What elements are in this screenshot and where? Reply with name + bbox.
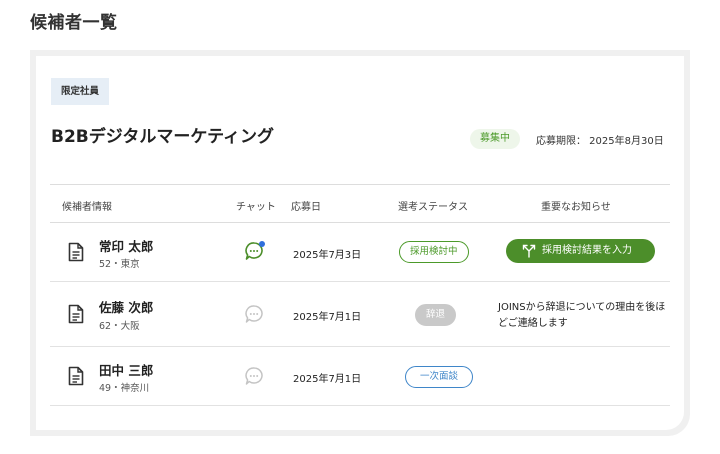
table-row[interactable]: 佐藤 次郎 62・大阪 2025年7月1日 辞退 JOINSから辞退についての理…	[50, 282, 670, 347]
table-header: 候補者情報 チャット 応募日 選考ステータス 重要なお知らせ	[50, 184, 670, 223]
table-row[interactable]: 田中 三郎 49・神奈川 2025年7月1日 一次面談	[50, 347, 670, 406]
branch-icon	[522, 244, 536, 258]
applied-date: 2025年7月3日	[293, 250, 362, 261]
applied-date: 2025年7月1日	[293, 374, 362, 385]
page-title: 候補者一覧	[30, 13, 118, 33]
table-row[interactable]: 常印 太郎 52・東京 2025年7月3日 採用検討中 採用検討結果を入力	[50, 223, 670, 282]
candidate-name[interactable]: 田中 三郎	[99, 360, 153, 379]
header-candidate-info: 候補者情報	[62, 202, 112, 213]
employment-type-tag: 限定社員	[51, 78, 110, 105]
unread-dot	[259, 241, 265, 247]
candidate-age-location: 49・神奈川	[99, 383, 150, 394]
job-card-frame: 限定社員 B2Bデジタルマーケティング 募集中 応募期限： 2025年8月30日…	[30, 50, 690, 436]
document-icon	[68, 242, 84, 262]
recruiting-status-badge: 募集中	[470, 129, 520, 149]
header-chat: チャット	[236, 202, 276, 213]
chat-bubble-icon[interactable]	[244, 240, 266, 262]
enter-hiring-result-button[interactable]: 採用検討結果を入力	[506, 239, 655, 263]
important-notice: JOINSから辞退についての理由を後ほどご連絡します	[498, 302, 666, 329]
enter-hiring-result-label: 採用検討結果を入力	[542, 245, 632, 256]
document-icon	[68, 366, 84, 386]
job-card: 限定社員 B2Bデジタルマーケティング 募集中 応募期限： 2025年8月30日…	[36, 56, 684, 430]
application-deadline: 応募期限： 2025年8月30日	[536, 136, 664, 147]
selection-status-badge: 辞退	[415, 304, 457, 326]
selection-status-badge: 一次面談	[405, 366, 474, 388]
job-title: B2Bデジタルマーケティング	[51, 127, 275, 147]
candidate-name[interactable]: 常印 太郎	[99, 236, 153, 255]
header-applied-date: 応募日	[291, 202, 321, 213]
candidate-table: 候補者情報 チャット 応募日 選考ステータス 重要なお知らせ 常印 太郎 52・…	[50, 184, 670, 406]
chat-bubble-icon[interactable]	[244, 365, 266, 387]
header-selection-status: 選考ステータス	[398, 202, 468, 213]
applied-date: 2025年7月1日	[293, 312, 362, 323]
chat-bubble-icon[interactable]	[244, 303, 266, 325]
candidate-age-location: 52・東京	[99, 259, 140, 270]
candidate-age-location: 62・大阪	[99, 321, 140, 332]
candidate-name[interactable]: 佐藤 次郎	[99, 297, 153, 316]
document-icon	[68, 304, 84, 324]
header-notice: 重要なお知らせ	[541, 202, 611, 213]
selection-status-badge: 採用検討中	[399, 241, 469, 263]
